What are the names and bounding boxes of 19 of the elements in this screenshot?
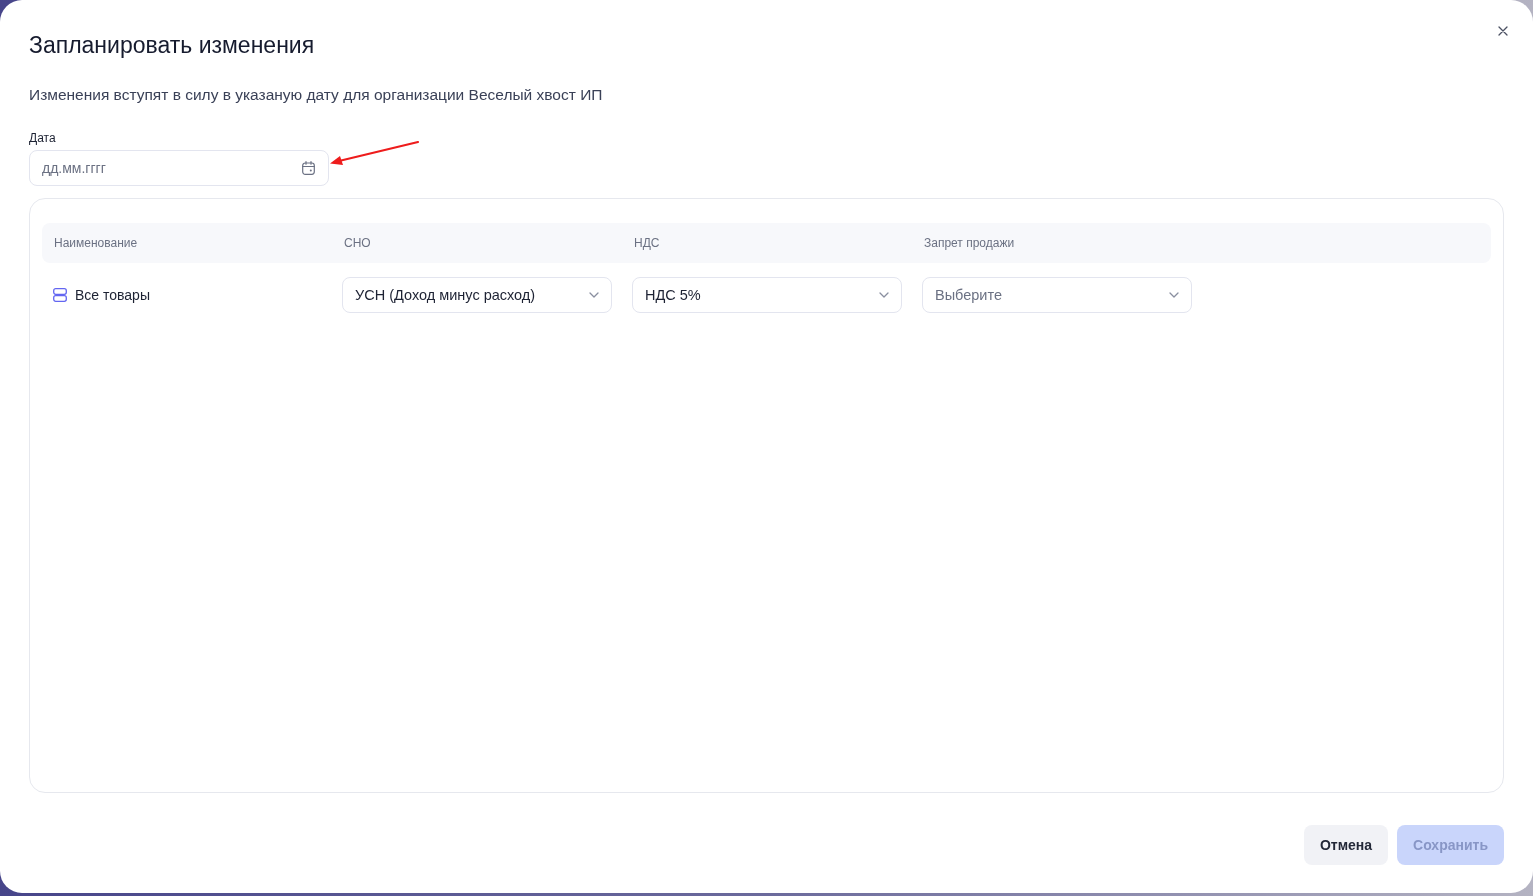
stacked-rows-icon [53,288,67,302]
cancel-button[interactable]: Отмена [1303,825,1389,865]
select-dropdown[interactable]: НДС 5% [632,277,902,313]
chevron-down-icon [1169,292,1179,298]
dialog-title: Запланировать изменения [29,31,315,60]
select-dropdown[interactable]: Выберите [922,277,1192,313]
column-header: Наименование [53,236,139,250]
field-label: Дата [29,130,56,146]
close-icon [1498,26,1508,36]
column-header: СНО [343,236,372,250]
chevron-down-icon [589,292,599,298]
column-header: Запрет продажи [923,236,1016,250]
row-name: Все товары [75,287,150,303]
column-header: НДС [633,236,661,250]
select-dropdown[interactable]: УСН (Доход минус расход) [342,277,612,313]
chevron-down-icon [879,292,889,298]
dialog-description: Изменения вступят в силу в указаную дату для организации Веселый хвост ИП [29,85,603,105]
date-input[interactable]: дд.мм.гггг [29,150,329,186]
calendar-icon[interactable] [302,161,315,175]
